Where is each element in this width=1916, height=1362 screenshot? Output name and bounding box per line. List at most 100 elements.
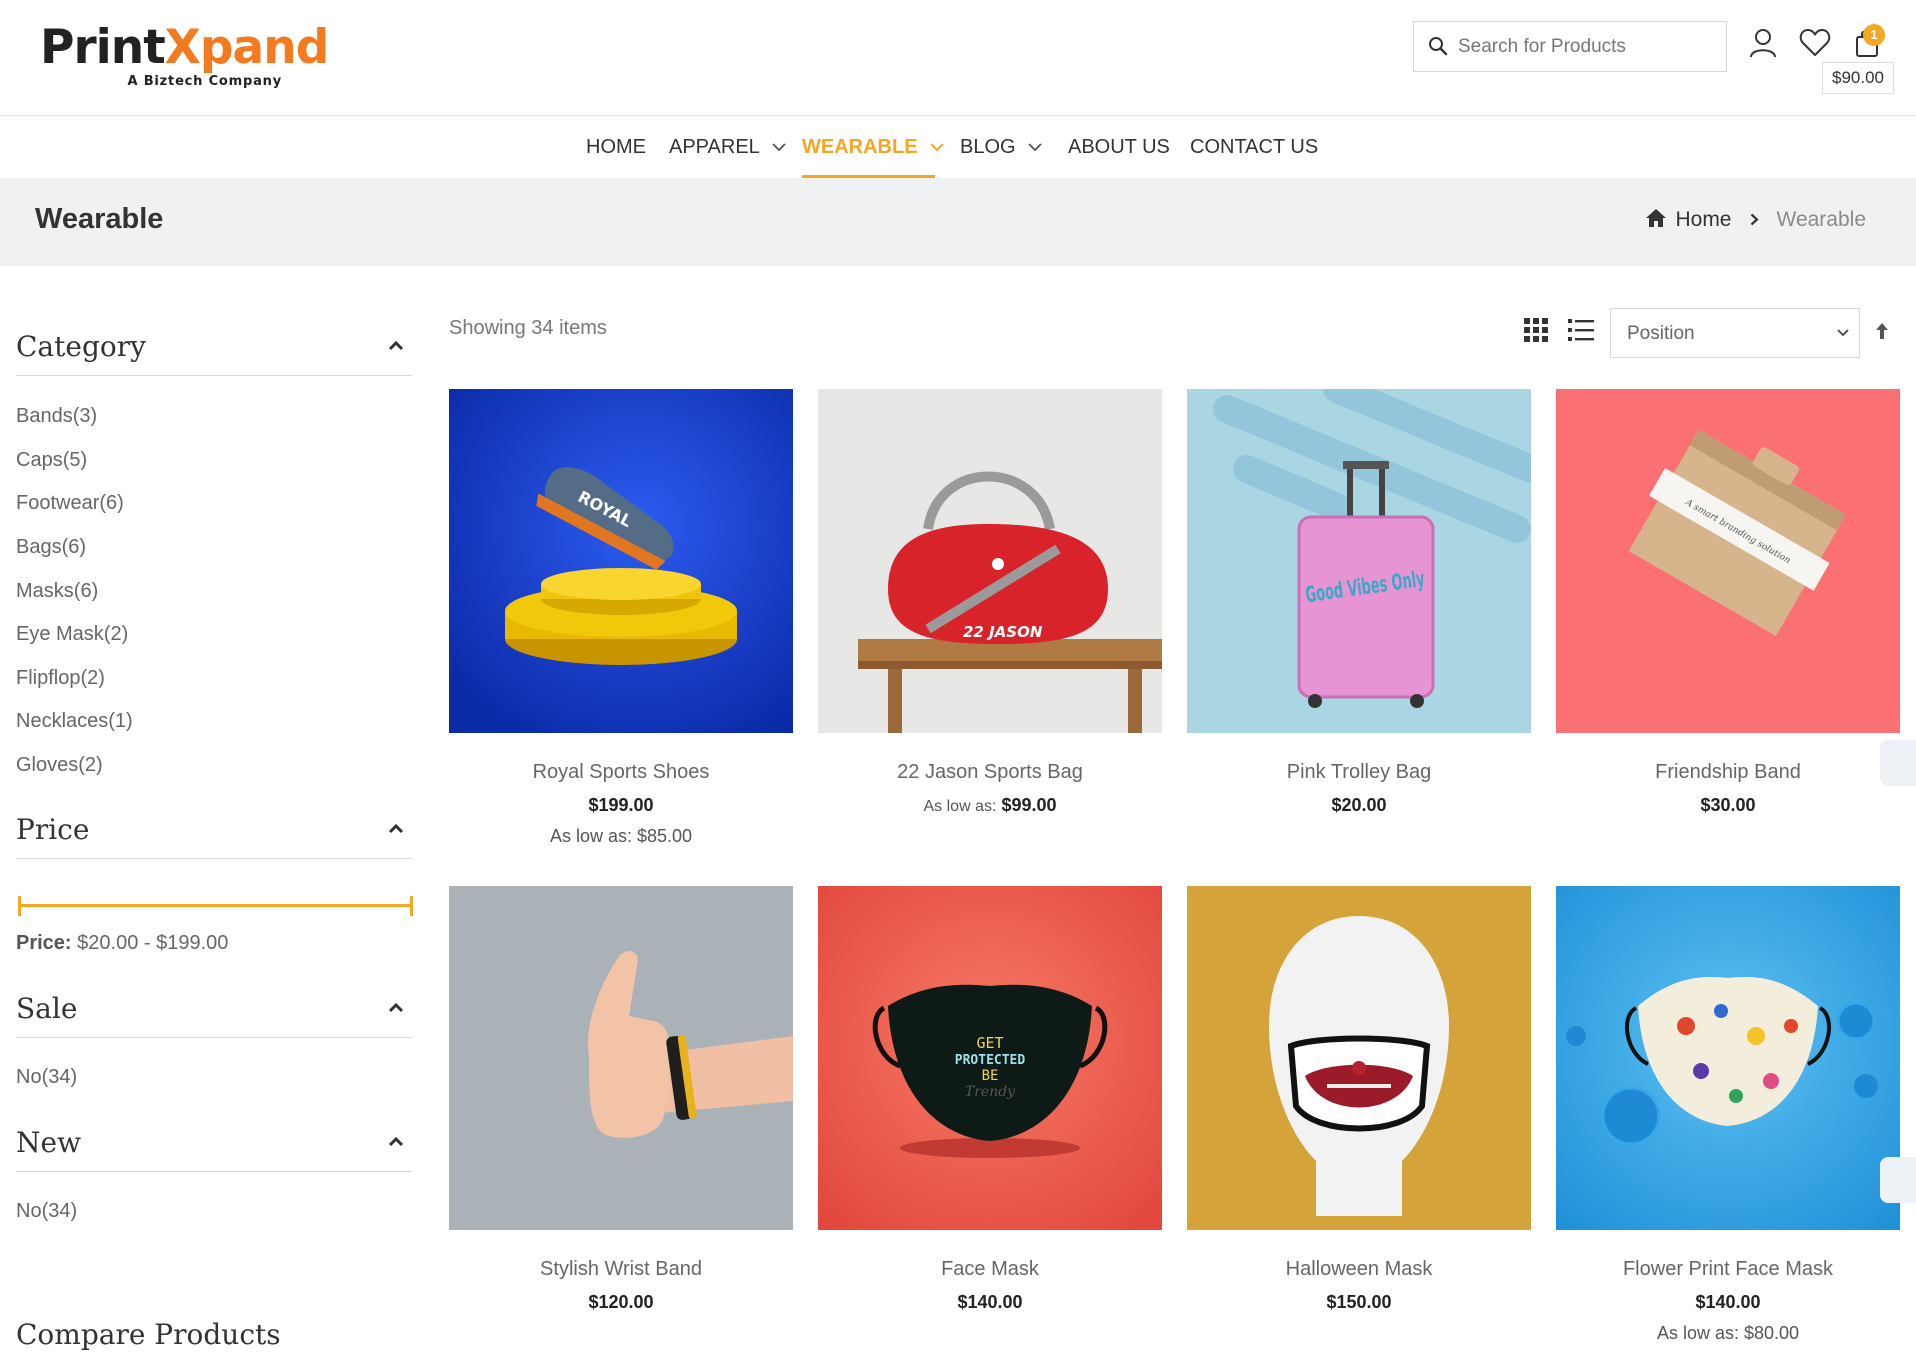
sort-by-value: Position	[1627, 323, 1695, 344]
price-title: Price	[16, 813, 90, 846]
category-item[interactable]: Caps(5)	[16, 449, 87, 472]
nav-blog-label: BLOG	[960, 136, 1016, 158]
nav-home-label: HOME	[586, 136, 646, 158]
low-price-label: As low as:	[923, 798, 997, 815]
chevron-right-icon	[1750, 213, 1759, 226]
mask-text-line-4: Trendy	[965, 1084, 1016, 1100]
nav-blog[interactable]: BLOG	[960, 116, 1042, 178]
nav-contact-label: CONTACT US	[1190, 136, 1319, 158]
sale-title: Sale	[16, 992, 78, 1025]
price-slider-max-handle[interactable]	[410, 896, 413, 916]
price-filter-header[interactable]: Price	[16, 803, 412, 859]
chevron-down-icon	[1837, 329, 1849, 337]
product-name[interactable]: Flower Print Face Mask	[1556, 1258, 1900, 1281]
new-filter-header[interactable]: New	[16, 1116, 412, 1172]
logo-text-print: Print	[40, 20, 166, 75]
nav-contact-us[interactable]: CONTACT US	[1190, 116, 1318, 178]
wishlist-heart-icon[interactable]	[1798, 26, 1832, 60]
nav-about-us[interactable]: ABOUT US	[1068, 116, 1170, 178]
category-filter-header[interactable]: Category	[16, 320, 412, 376]
product-image[interactable]: A smart branding solution	[1556, 389, 1900, 733]
cart-total[interactable]: $90.00	[1822, 62, 1894, 94]
chevron-down-icon	[929, 143, 944, 152]
nav-wearable[interactable]: WEARABLE	[802, 116, 944, 178]
category-item[interactable]: Masks(6)	[16, 580, 98, 603]
low-price-value: $99.00	[1001, 795, 1057, 815]
wrist-band-illustration	[449, 886, 793, 1230]
cart-count-badge: 1	[1863, 24, 1885, 46]
low-price-value: $80.00	[1743, 1323, 1800, 1343]
product-price: $150.00	[1326, 1292, 1392, 1312]
search-input[interactable]	[1458, 22, 1718, 71]
product-name[interactable]: Halloween Mask	[1187, 1258, 1531, 1281]
low-price-value: $85.00	[636, 826, 693, 846]
mask-text-line-3: BE	[982, 1068, 999, 1084]
list-view-icon[interactable]	[1568, 318, 1594, 342]
chevron-up-icon	[388, 823, 404, 834]
sale-filter-item[interactable]: No(34)	[16, 1066, 77, 1089]
product-name[interactable]: Friendship Band	[1556, 761, 1900, 784]
side-widget-tab[interactable]	[1880, 740, 1916, 786]
sort-direction-arrow-icon[interactable]	[1874, 322, 1890, 340]
search-box	[1413, 21, 1727, 72]
category-item[interactable]: Flipflop(2)	[16, 667, 105, 690]
category-item[interactable]: Necklaces(1)	[16, 710, 133, 733]
nav-apparel[interactable]: APPAREL	[669, 116, 786, 178]
product-image[interactable]: Good Vibes Only	[1187, 389, 1531, 733]
product-image[interactable]	[1187, 886, 1531, 1230]
new-title: New	[16, 1126, 82, 1159]
product-name[interactable]: 22 Jason Sports Bag	[818, 761, 1162, 784]
product-image[interactable]: ROYAL	[449, 389, 793, 733]
product-price: $30.00	[1700, 795, 1756, 815]
price-slider-min-handle[interactable]	[18, 896, 21, 916]
new-filter-item[interactable]: No(34)	[16, 1200, 77, 1223]
price-slider-track[interactable]	[18, 904, 412, 907]
chevron-down-icon	[1027, 143, 1042, 152]
product-name[interactable]: Pink Trolley Bag	[1187, 761, 1531, 784]
category-item[interactable]: Gloves(2)	[16, 754, 103, 777]
product-low-price: As low as: $80.00	[1556, 1323, 1900, 1344]
category-item[interactable]: Bags(6)	[16, 536, 86, 559]
face-mask-illustration: GET PROTECTED BE Trendy	[818, 886, 1162, 1230]
breadcrumb-home[interactable]: Home	[1675, 208, 1731, 231]
nav-home[interactable]: HOME	[586, 116, 646, 178]
mask-text-line-2: PROTECTED	[955, 1053, 1026, 1068]
sort-by-select[interactable]: Position	[1610, 308, 1860, 358]
price-range-label: Price:	[16, 932, 72, 954]
category-item[interactable]: Footwear(6)	[16, 492, 124, 515]
bag-brand-text: 22 JASON	[963, 623, 1043, 641]
items-count: Showing 34 items	[449, 317, 607, 339]
product-price: $120.00	[588, 1292, 654, 1312]
chevron-up-icon	[388, 1136, 404, 1147]
product-price: $140.00	[1695, 1292, 1761, 1312]
logo-text-xpand: Xpand	[164, 20, 330, 75]
sale-filter-header[interactable]: Sale	[16, 982, 412, 1038]
page-title-bar: Wearable Home Wearable	[0, 178, 1916, 266]
product-image[interactable]	[1556, 886, 1900, 1230]
product-image[interactable]	[449, 886, 793, 1230]
page-title: Wearable	[35, 203, 164, 235]
product-low-price: As low as: $85.00	[449, 826, 793, 847]
breadcrumb: Home Wearable	[1645, 208, 1866, 232]
product-low-price: As low as: $99.00	[818, 795, 1162, 816]
product-name[interactable]: Stylish Wrist Band	[449, 1258, 793, 1281]
site-header: PrintXpand A Biztech Company 1 $90.00	[0, 0, 1916, 116]
category-title: Category	[16, 330, 146, 363]
side-widget-tab[interactable]	[1880, 1157, 1916, 1203]
category-item[interactable]: Eye Mask(2)	[16, 623, 128, 646]
product-name[interactable]: Face Mask	[818, 1258, 1162, 1281]
chevron-up-icon	[388, 340, 404, 351]
product-image[interactable]: 22 JASON	[818, 389, 1162, 733]
low-price-label: As low as:	[549, 826, 632, 846]
search-icon[interactable]	[1428, 36, 1448, 56]
category-item[interactable]: Bands(3)	[16, 405, 97, 428]
logo-tagline: A Biztech Company	[127, 74, 282, 89]
grid-view-icon[interactable]	[1524, 318, 1548, 342]
user-account-icon[interactable]	[1746, 26, 1780, 60]
product-name[interactable]: Royal Sports Shoes	[449, 761, 793, 784]
logo[interactable]: PrintXpand A Biztech Company	[40, 20, 329, 96]
sports-bag-illustration: 22 JASON	[818, 389, 1162, 733]
product-image[interactable]: GET PROTECTED BE Trendy	[818, 886, 1162, 1230]
main-navigation: HOME APPAREL WEARABLE BLOG ABOUT US CONT…	[0, 116, 1916, 178]
nav-about-label: ABOUT US	[1068, 136, 1170, 158]
